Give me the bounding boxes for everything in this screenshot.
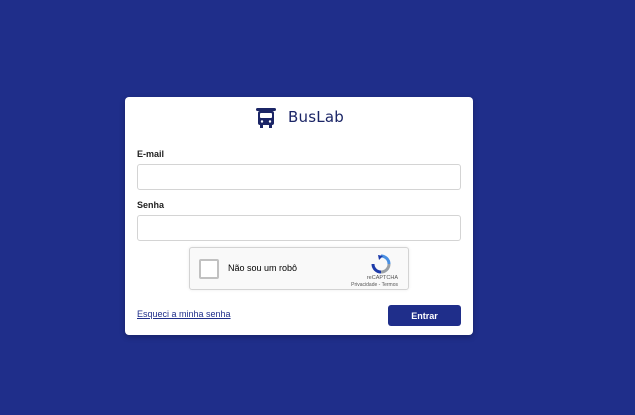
recaptcha-label: Não sou um robô <box>228 263 298 273</box>
recaptcha-brand: reCAPTCHA <box>366 275 398 281</box>
login-card: BusLab E-mail Senha Não sou um robô reCA… <box>125 97 473 335</box>
forgot-password-link[interactable]: Esqueci a minha senha <box>137 309 231 319</box>
brand-header: BusLab <box>125 105 473 129</box>
email-label: E-mail <box>137 149 165 159</box>
password-label: Senha <box>137 200 165 210</box>
brand-name: BusLab <box>288 108 344 126</box>
submit-button[interactable]: Entrar <box>388 305 461 326</box>
recaptcha-icon <box>371 254 391 274</box>
recaptcha-checkbox[interactable] <box>199 259 219 279</box>
email-field[interactable] <box>137 164 461 190</box>
bus-icon <box>256 108 277 128</box>
recaptcha-links[interactable]: Privacidade - Termos <box>351 282 398 288</box>
recaptcha-widget: Não sou um robô reCAPTCHA Privacidade - … <box>189 247 409 290</box>
password-field[interactable] <box>137 215 461 241</box>
